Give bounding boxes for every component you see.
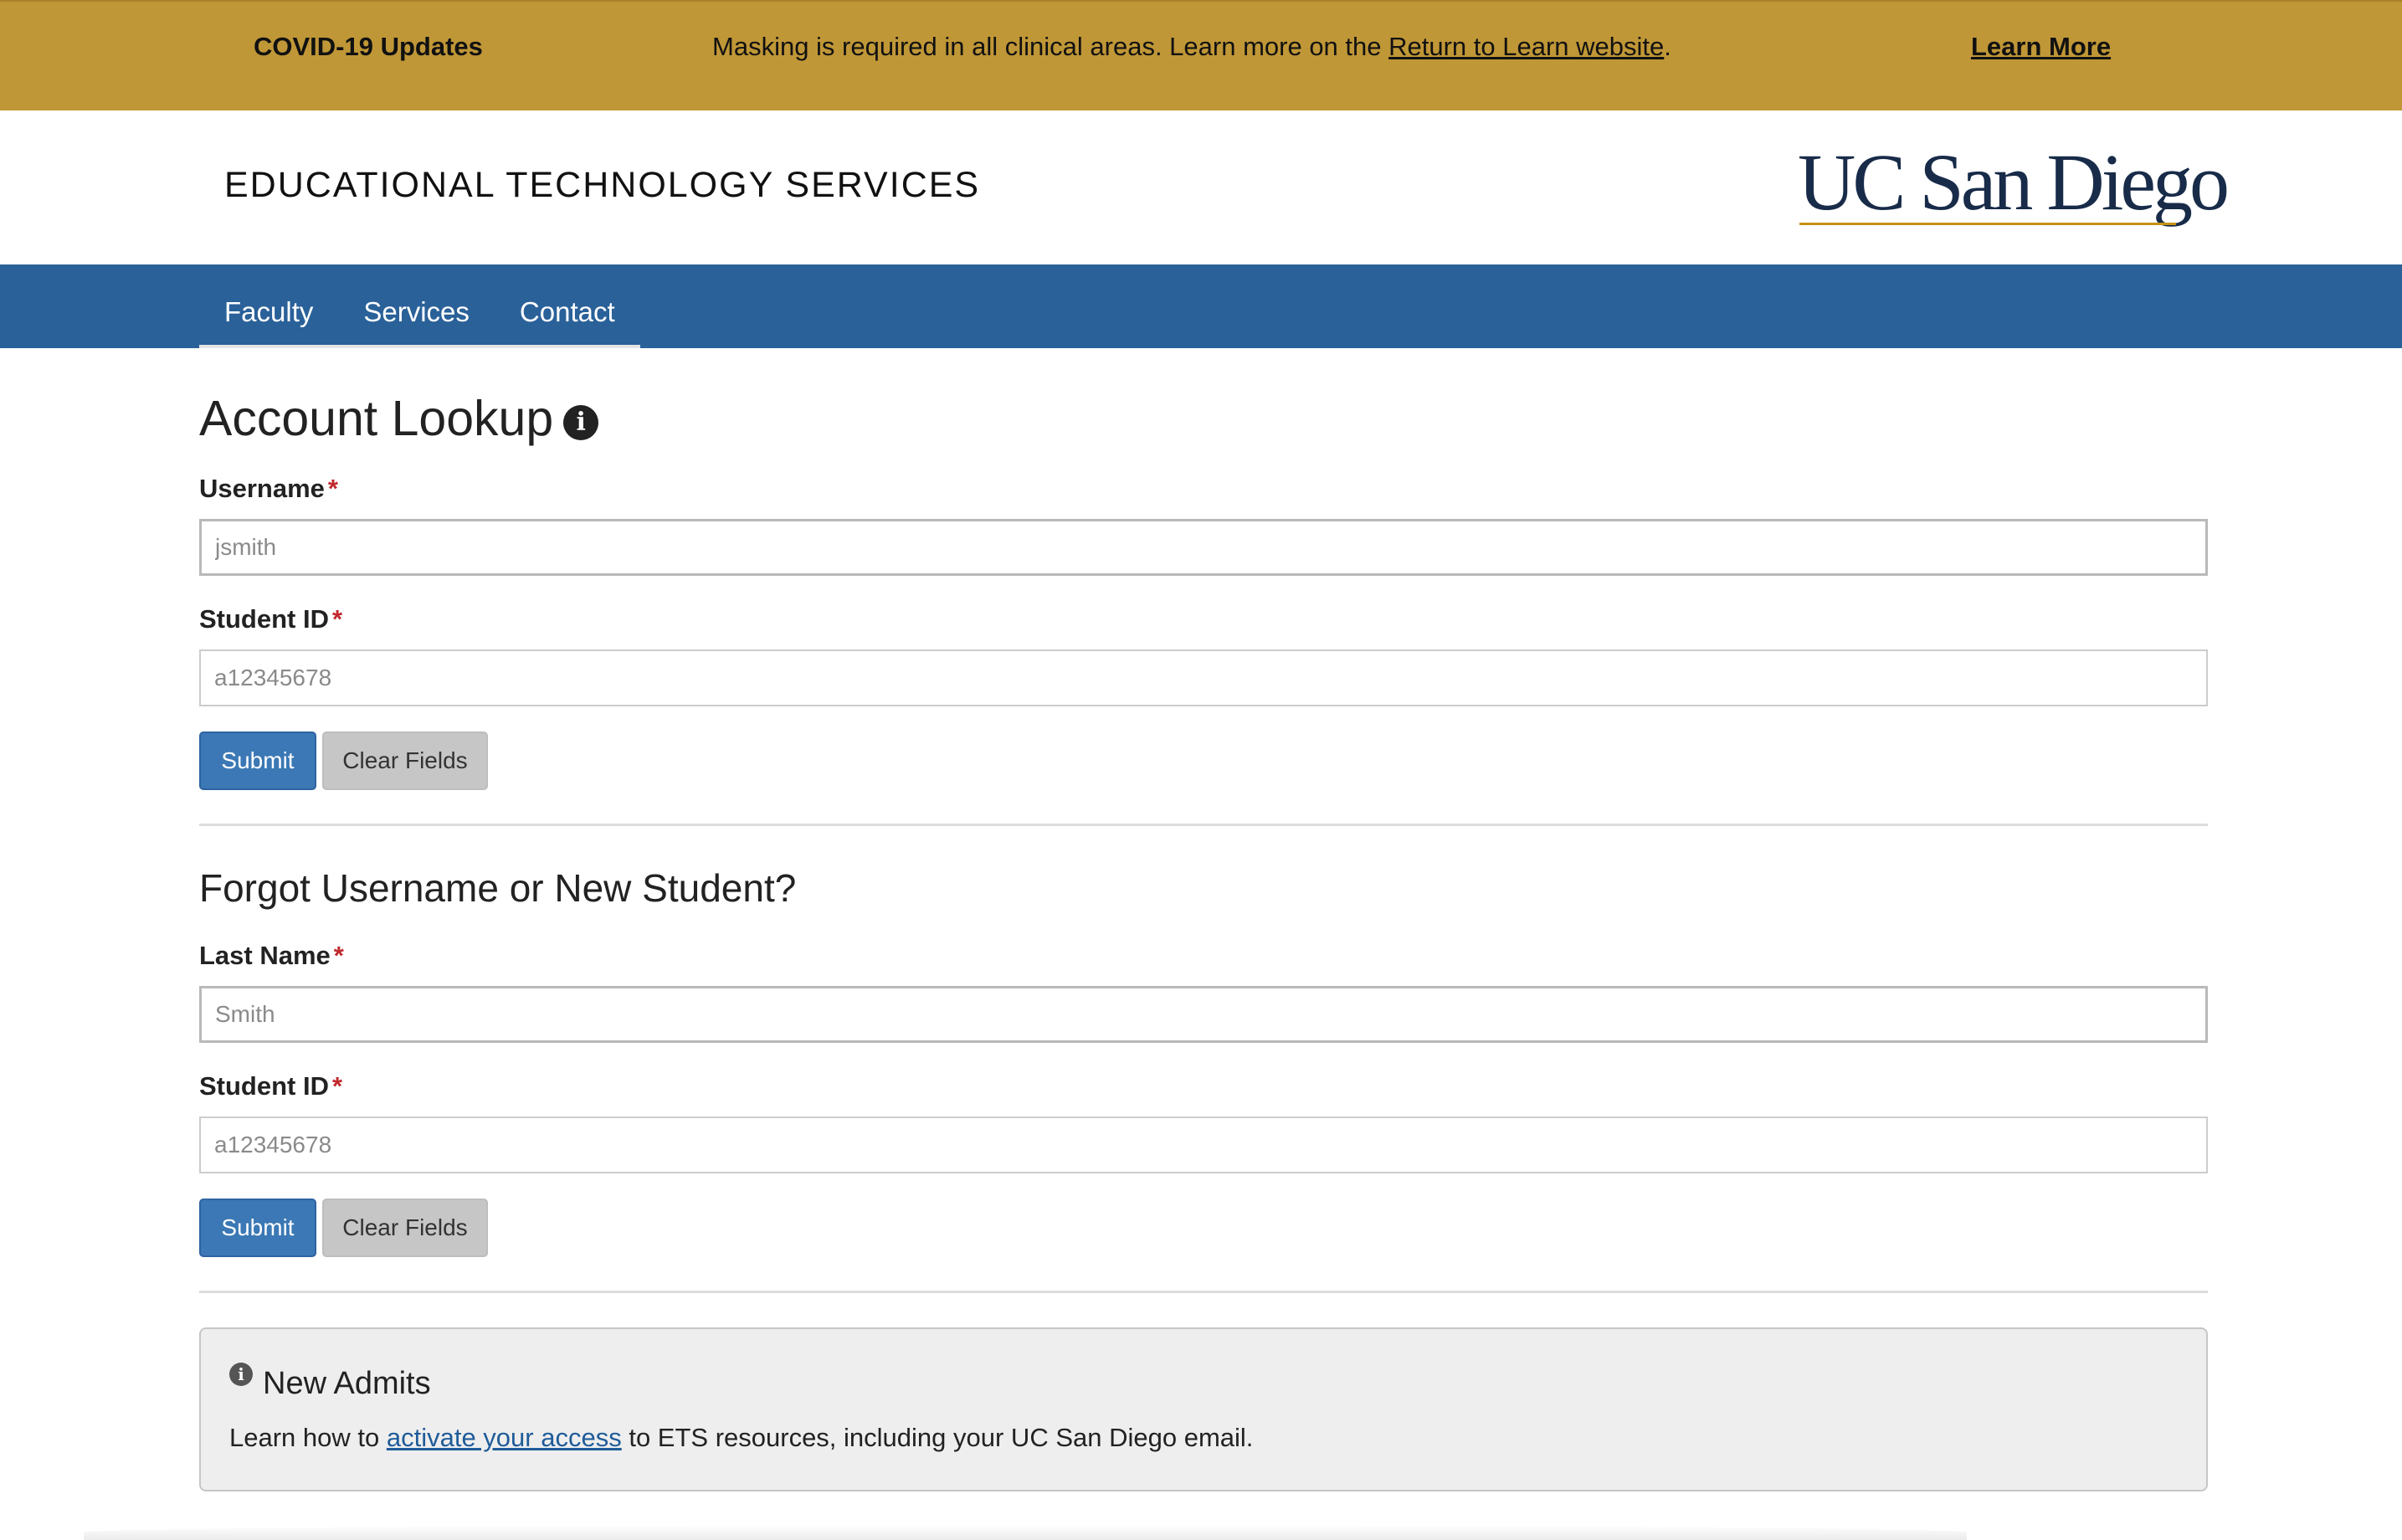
site-header: EDUCATIONAL TECHNOLOGY SERVICES UC San D… [0,110,2402,264]
page-title: Account Lookup i [199,390,599,447]
banner-message-suffix: . [1664,32,1671,61]
divider [199,824,2208,826]
site-title[interactable]: EDUCATIONAL TECHNOLOGY SERVICES [224,165,980,206]
required-mark: * [332,604,343,634]
info-icon: i [229,1363,253,1386]
new-admits-body-suffix: to ETS resources, including your UC San … [621,1423,1254,1452]
forgot-student-id-label-text: Student ID [199,1071,329,1101]
clear-fields-button[interactable]: Clear Fields [322,732,488,790]
covid-banner: COVID-19 Updates Masking is required in … [0,0,2402,110]
banner-message-text: Masking is required in all clinical area… [712,32,1389,61]
new-admits-alert: i New Admits Learn how to activate your … [199,1327,2208,1491]
logo-underline [1799,223,2176,225]
footer-shadow [84,1525,1967,1540]
info-circle-icon[interactable]: i [563,405,599,440]
required-mark: * [332,1071,343,1101]
forgot-clear-fields-button[interactable]: Clear Fields [322,1199,488,1257]
student-id-input[interactable] [199,649,2208,706]
activate-access-link[interactable]: activate your access [387,1423,622,1452]
nav-item-faculty[interactable]: Faculty [199,264,338,345]
username-label: Username * [199,474,338,504]
page-title-text: Account Lookup [199,391,554,446]
new-admits-body-text: Learn how to [229,1423,387,1452]
required-mark: * [333,941,344,970]
submit-button[interactable]: Submit [199,732,316,790]
last-name-label: Last Name * [199,941,344,971]
banner-title: COVID-19 Updates [254,32,483,61]
learn-more-link[interactable]: Learn More [1971,32,2111,62]
username-label-text: Username [199,474,325,503]
forgot-submit-button[interactable]: Submit [199,1199,316,1257]
divider [199,1291,2208,1293]
student-id-label-text: Student ID [199,604,329,634]
new-admits-body: Learn how to activate your access to ETS… [229,1423,1253,1453]
forgot-student-id-label: Student ID * [199,1071,342,1101]
new-admits-title: New Admits [263,1366,431,1401]
required-mark: * [327,474,338,503]
nav-items: Faculty Services Contact [199,264,640,348]
student-id-label: Student ID * [199,604,342,634]
username-input[interactable] [199,519,2208,576]
nav-item-contact[interactable]: Contact [495,264,640,345]
forgot-student-id-input[interactable] [199,1116,2208,1173]
last-name-input[interactable] [199,986,2208,1043]
forgot-section-title: Forgot Username or New Student? [199,866,797,910]
nav-item-services[interactable]: Services [338,264,495,345]
banner-message: Masking is required in all clinical area… [712,32,1671,62]
last-name-label-text: Last Name [199,941,331,970]
main-nav: Faculty Services Contact [0,264,2402,348]
uc-san-diego-logo[interactable]: UC San Diego [1798,137,2230,228]
logo-text: UC San Diego [1798,137,2230,227]
return-to-learn-link[interactable]: Return to Learn website [1388,32,1664,61]
